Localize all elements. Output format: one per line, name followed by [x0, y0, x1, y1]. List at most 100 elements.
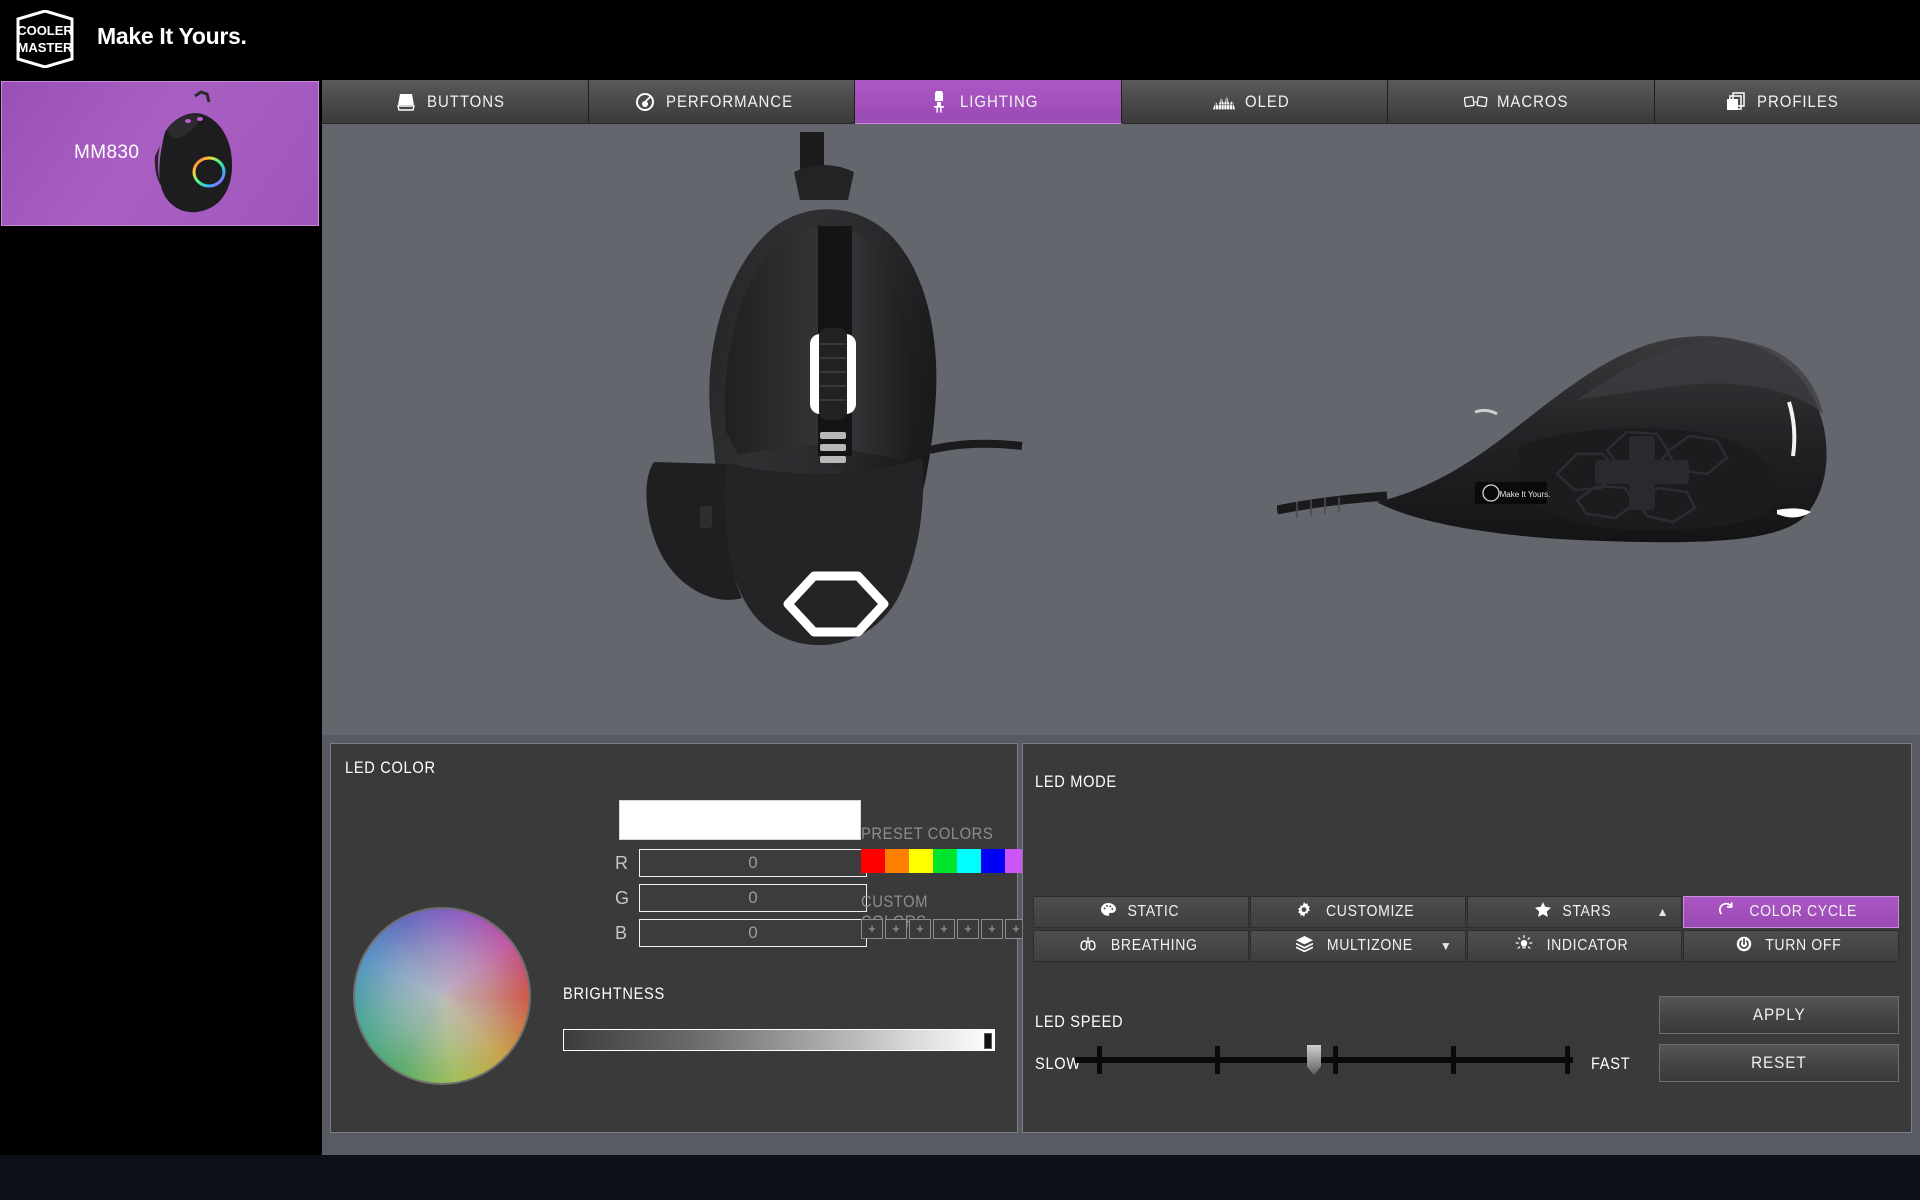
tab-performance[interactable]: PERFORMANCE	[588, 80, 855, 124]
custom-color-slot-0[interactable]: +	[861, 919, 883, 939]
layers-icon	[1295, 935, 1314, 957]
mode-button-multizone[interactable]: MULTIZONE ▼	[1249, 930, 1466, 962]
speed-tick	[1451, 1046, 1456, 1074]
layers-icon	[1724, 91, 1748, 113]
tab-buttons[interactable]: BUTTONS	[322, 80, 589, 124]
svg-text:COOLER: COOLER	[17, 23, 73, 38]
mouse-top-view	[646, 132, 1023, 646]
led-speed-label: LED SPEED	[1035, 1012, 1124, 1031]
tab-label: MACROS	[1496, 91, 1569, 111]
sidebar-item-mm830[interactable]: MM830	[1, 81, 319, 226]
custom-color-slot-4[interactable]: +	[957, 919, 979, 939]
led-mode-grid: STATIC CUSTOMIZE STARS ▲ COLOR CYCLE BRE…	[1033, 896, 1899, 962]
speedometer-icon	[633, 91, 657, 113]
speed-tick	[1565, 1046, 1570, 1074]
led-bulb-icon	[927, 90, 951, 113]
preset-color-swatch-3[interactable]	[933, 849, 957, 873]
mode-label: INDICATOR	[1546, 937, 1629, 954]
custom-colors-strip: + + + + + + +	[861, 919, 1027, 939]
led-mode-title: LED MODE	[1035, 772, 1117, 791]
preset-colors-label: PRESET COLORS	[861, 824, 994, 843]
refresh-icon	[1718, 901, 1734, 923]
tab-label: BUTTONS	[426, 91, 505, 111]
preset-colors-strip	[861, 849, 1029, 873]
gear-icon	[1296, 901, 1312, 923]
tab-label: LIGHTING	[959, 91, 1039, 111]
brightness-label: BRIGHTNESS	[563, 984, 665, 1003]
brightness-slider-handle[interactable]	[984, 1033, 992, 1049]
custom-color-slot-5[interactable]: +	[981, 919, 1003, 939]
blue-input[interactable]: 0	[639, 919, 867, 947]
tab-label: PERFORMANCE	[665, 91, 793, 111]
preset-color-swatch-5[interactable]	[981, 849, 1005, 873]
speed-tick	[1097, 1046, 1102, 1074]
device-sidebar: MM830	[0, 78, 320, 1155]
app-header: COOLER MASTER Make It Yours.	[0, 0, 1920, 78]
mode-label: STATIC	[1127, 903, 1179, 920]
mode-button-color-cycle[interactable]: COLOR CYCLE	[1683, 896, 1899, 928]
mode-button-customize[interactable]: CUSTOMIZE	[1249, 896, 1466, 928]
mode-label: MULTIZONE	[1327, 937, 1414, 954]
color-wheel-picker[interactable]	[353, 907, 531, 1085]
custom-color-slot-3[interactable]: +	[933, 919, 955, 939]
tab-macros[interactable]: MACROS	[1388, 80, 1655, 124]
speed-fast-label: FAST	[1591, 1054, 1631, 1073]
mouse-side-view: Make It Yours.	[1277, 336, 1827, 543]
mode-button-indicator[interactable]: INDICATOR	[1466, 930, 1683, 962]
mode-label: TURN OFF	[1765, 937, 1842, 954]
lightbulb-icon	[1515, 935, 1533, 957]
mode-button-static[interactable]: STATIC	[1033, 896, 1249, 928]
preset-color-swatch-1[interactable]	[885, 849, 909, 873]
mouse-thumb-icon	[154, 90, 233, 213]
chevron-down-icon[interactable]: ▼	[1440, 939, 1453, 953]
tab-oled[interactable]: OLED	[1121, 80, 1388, 124]
preset-color-swatch-4[interactable]	[957, 849, 981, 873]
led-color-title: LED COLOR	[345, 758, 436, 777]
custom-color-slot-2[interactable]: +	[909, 919, 931, 939]
mode-label: STARS	[1561, 903, 1611, 920]
brightness-slider[interactable]	[563, 1029, 995, 1051]
speed-tick	[1333, 1046, 1338, 1074]
mode-label: BREATHING	[1110, 937, 1198, 954]
product-preview-stage: Make It Yours.	[322, 124, 1920, 735]
side-oled-text: Make It Yours.	[1500, 490, 1551, 499]
current-color-swatch[interactable]	[619, 800, 861, 840]
brand-tagline: Make It Yours.	[97, 23, 247, 49]
reset-button[interactable]: RESET	[1659, 1044, 1899, 1082]
rgb-row-blue: B 0	[615, 919, 867, 947]
led-color-panel: LED COLOR R 0 G 0 B 0 PRESET COLORS CUST	[330, 743, 1029, 1133]
led-speed-slider[interactable]	[1075, 1041, 1573, 1075]
main-tab-bar: BUTTONS PERFORMANCE LIGHTING OLED MACROS	[322, 80, 1920, 124]
star-icon	[1534, 902, 1551, 922]
chevron-up-icon[interactable]: ▲	[1657, 905, 1670, 919]
keys-icon	[1463, 91, 1488, 113]
red-input[interactable]: 0	[639, 849, 867, 877]
mode-button-stars[interactable]: STARS ▲	[1466, 896, 1683, 928]
led-mode-panel: LED MODE STATIC CUSTOMIZE STARS ▲ COLOR …	[1022, 743, 1912, 1133]
rgb-row-green: G 0	[615, 884, 867, 912]
mode-label: COLOR CYCLE	[1749, 903, 1857, 920]
custom-color-slot-1[interactable]: +	[885, 919, 907, 939]
green-input[interactable]: 0	[639, 884, 867, 912]
tab-label: OLED	[1245, 91, 1291, 111]
apply-button[interactable]: APPLY	[1659, 996, 1899, 1034]
channel-label-g: G	[615, 887, 630, 908]
mouse-icon	[394, 91, 418, 113]
lighting-config-area: LED COLOR R 0 G 0 B 0 PRESET COLORS CUST	[322, 735, 1920, 1155]
preset-color-swatch-2[interactable]	[909, 849, 933, 873]
speed-slider-track	[1075, 1057, 1573, 1063]
channel-label-b: B	[615, 922, 628, 943]
rgb-row-red: R 0	[615, 849, 867, 877]
channel-label-r: R	[615, 852, 628, 873]
mode-button-breathing[interactable]: BREATHING	[1033, 930, 1249, 962]
cooler-master-logo: COOLER MASTER	[16, 10, 74, 68]
mode-button-turn-off[interactable]: TURN OFF	[1683, 930, 1899, 962]
lungs-icon	[1079, 936, 1097, 956]
tab-profiles[interactable]: PROFILES	[1654, 80, 1920, 124]
svg-text:MASTER: MASTER	[18, 40, 74, 55]
tab-lighting[interactable]: LIGHTING	[855, 80, 1122, 124]
preset-color-swatch-0[interactable]	[861, 849, 885, 873]
mode-label: CUSTOMIZE	[1325, 903, 1414, 920]
speed-slider-handle[interactable]	[1307, 1045, 1321, 1075]
tab-label: PROFILES	[1757, 91, 1840, 111]
